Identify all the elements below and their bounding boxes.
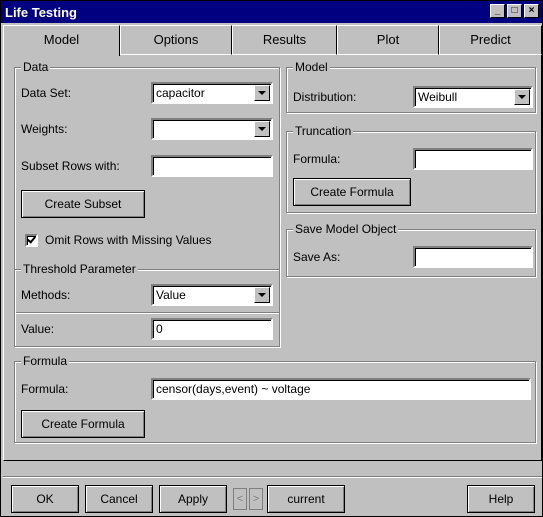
minimize-button[interactable]: _	[490, 4, 505, 18]
save-group-title: Save Model Object	[293, 222, 399, 236]
title-bar[interactable]: Life Testing _ □ ×	[1, 1, 542, 23]
chevron-down-icon[interactable]	[254, 85, 270, 101]
data-group-title: Data	[21, 60, 51, 74]
weights-combo[interactable]	[151, 118, 273, 140]
apply-button[interactable]: Apply	[159, 485, 227, 513]
formula-input[interactable]: censor(days,event) ~ voltage	[151, 378, 531, 400]
next-icon[interactable]: >	[249, 488, 263, 510]
title-bar-buttons: _ □ ×	[490, 4, 539, 18]
save-model-object-group: Save Model Object Save As:	[286, 222, 536, 277]
formula-group: Formula Formula: censor(days,event) ~ vo…	[14, 354, 536, 443]
cancel-button[interactable]: Cancel	[85, 485, 153, 513]
help-button[interactable]: Help	[467, 485, 535, 513]
omit-missing-checkbox[interactable]	[25, 234, 38, 247]
subset-rows-input[interactable]	[151, 155, 273, 177]
weights-label: Weights:	[21, 122, 68, 136]
methods-value: Value	[156, 288, 186, 302]
model-tab-panel: Data Data Set: capacitor Weights: Subset…	[3, 55, 542, 461]
tab-model[interactable]: Model	[3, 25, 120, 56]
create-formula-button[interactable]: Create Formula	[21, 410, 145, 438]
truncation-group: Truncation Formula: Create Formula	[286, 124, 536, 213]
data-set-label: Data Set:	[21, 86, 72, 100]
ok-button[interactable]: OK	[11, 485, 79, 513]
formula-label: Formula:	[21, 382, 69, 396]
current-button[interactable]: current	[267, 485, 345, 513]
tab-strip: Model Options Results Plot Predict	[3, 25, 542, 56]
create-subset-button[interactable]: Create Subset	[21, 190, 145, 218]
model-group-title: Model	[293, 60, 330, 74]
formula-group-title: Formula	[21, 354, 70, 368]
save-as-input[interactable]	[413, 246, 533, 268]
life-testing-dialog: Life Testing _ □ × Model Options Results…	[0, 0, 543, 517]
maximize-button[interactable]: □	[507, 4, 522, 18]
subset-rows-label: Subset Rows with:	[21, 159, 120, 173]
threshold-parameter-group: Threshold Parameter Methods: Value Value…	[14, 262, 280, 347]
truncation-formula-input[interactable]	[413, 148, 533, 170]
previous-icon[interactable]: <	[233, 488, 247, 510]
window-title: Life Testing	[5, 4, 77, 20]
tab-options[interactable]: Options	[120, 25, 232, 55]
distribution-combo[interactable]: Weibull	[413, 86, 533, 108]
close-button[interactable]: ×	[524, 4, 539, 18]
tab-plot[interactable]: Plot	[337, 25, 439, 55]
footer-separator	[3, 476, 542, 478]
value-label: Value:	[21, 322, 55, 336]
distribution-label: Distribution:	[293, 90, 357, 104]
chevron-down-icon[interactable]	[254, 287, 270, 303]
tab-predict[interactable]: Predict	[439, 25, 542, 55]
truncation-group-title: Truncation	[293, 124, 354, 138]
threshold-value-input[interactable]: 0	[151, 318, 273, 340]
chevron-down-icon[interactable]	[254, 121, 270, 137]
model-group: Model Distribution: Weibull	[286, 60, 536, 113]
save-as-label: Save As:	[293, 250, 341, 264]
truncation-formula-label: Formula:	[293, 152, 341, 166]
chevron-down-icon[interactable]	[514, 89, 530, 105]
data-set-combo[interactable]: capacitor	[151, 82, 273, 104]
omit-missing-label: Omit Rows with Missing Values	[45, 233, 212, 247]
methods-combo[interactable]: Value	[151, 284, 273, 306]
distribution-value: Weibull	[418, 90, 458, 104]
data-set-value: capacitor	[156, 86, 205, 100]
truncation-create-formula-button[interactable]: Create Formula	[293, 178, 411, 206]
threshold-group-title: Threshold Parameter	[21, 262, 138, 276]
methods-label: Methods:	[21, 288, 71, 302]
tab-results[interactable]: Results	[232, 25, 337, 55]
